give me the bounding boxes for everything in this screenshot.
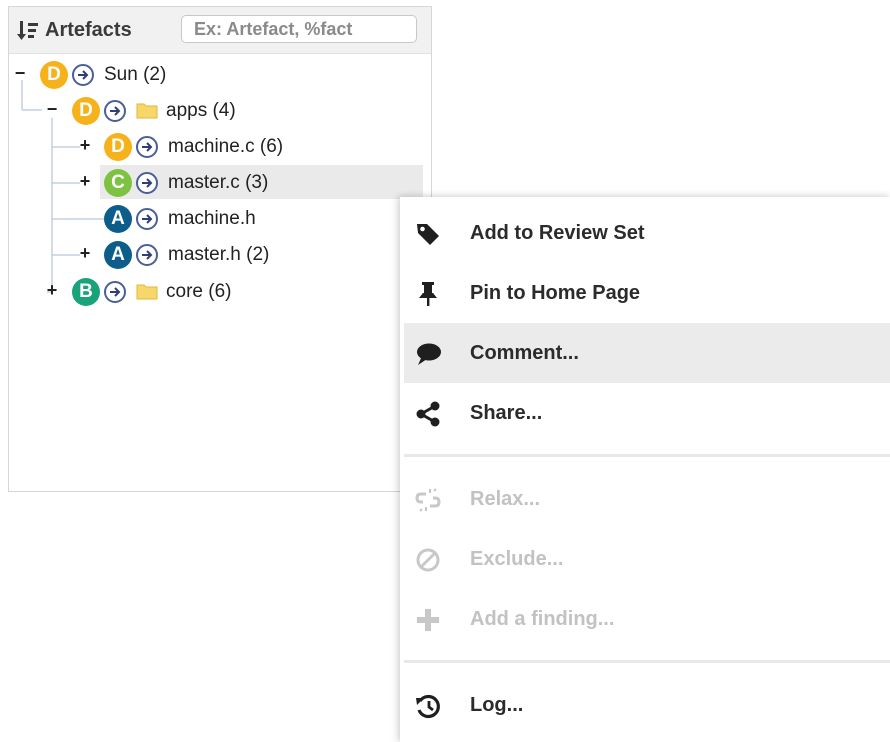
navigate-arrow-icon[interactable] [104, 281, 126, 303]
navigate-arrow-icon[interactable] [72, 64, 94, 86]
menu-separator [404, 454, 890, 457]
folder-icon [136, 284, 158, 300]
tree-node-apps[interactable]: apps (4) [166, 100, 236, 122]
menu-item-comment[interactable]: Comment... [404, 323, 890, 383]
menu-item-label: Log... [470, 694, 524, 716]
menu-item-share[interactable]: Share... [404, 383, 890, 443]
tree-connector-lines [21, 80, 104, 293]
tree-node-master-h[interactable]: master.h (2) [168, 244, 269, 266]
menu-item-label: Relax... [470, 488, 541, 510]
collapse-toggle-icon[interactable]: − [14, 64, 26, 82]
tree-node-machine-c[interactable]: machine.c (6) [168, 136, 283, 158]
menu-separator [404, 660, 890, 663]
menu-item-label: Add to Review Set [470, 222, 645, 244]
expand-toggle-icon[interactable]: + [79, 172, 91, 190]
menu-item-relax[interactable]: Relax... [404, 469, 890, 529]
menu-item-exclude[interactable]: Exclude... [404, 529, 890, 589]
comment-icon [417, 343, 441, 365]
grade-badge-d: D [72, 97, 100, 125]
navigate-arrow-icon[interactable] [136, 172, 158, 194]
grade-badge-a: A [104, 241, 132, 269]
tag-icon [417, 224, 439, 245]
grade-badge-d: D [104, 133, 132, 161]
expand-toggle-icon[interactable]: + [79, 136, 91, 154]
menu-item-log[interactable]: Log... [404, 675, 890, 735]
plus-icon [417, 609, 439, 631]
menu-item-label: Exclude... [470, 548, 564, 570]
menu-item-add-to-review-set[interactable]: Add to Review Set [404, 203, 890, 263]
tree-node-master-c[interactable]: master.c (3) [168, 172, 268, 194]
expand-toggle-icon[interactable]: + [46, 281, 58, 299]
collapse-toggle-icon[interactable]: − [46, 100, 58, 118]
navigate-arrow-icon[interactable] [104, 100, 126, 122]
menu-item-label: Pin to Home Page [470, 282, 641, 304]
pin-icon [419, 282, 437, 306]
menu-item-pin-to-home-page[interactable]: Pin to Home Page [404, 263, 890, 323]
folder-icon [136, 103, 158, 119]
history-icon [416, 694, 440, 719]
navigate-arrow-icon[interactable] [136, 244, 158, 266]
menu-item-label: Share... [470, 402, 543, 424]
tree-node-sun[interactable]: Sun (2) [104, 64, 166, 86]
grade-badge-d: D [40, 61, 68, 89]
context-menu: Add to Review Set Pin to Home Page Comme… [400, 197, 890, 742]
share-icon [416, 401, 440, 427]
exclude-icon [416, 548, 440, 572]
broken-link-icon [415, 488, 441, 512]
grade-badge-c: C [104, 169, 132, 197]
navigate-arrow-icon[interactable] [136, 136, 158, 158]
grade-badge-b: B [72, 278, 100, 306]
menu-item-label: Add a finding... [470, 608, 615, 630]
menu-item-add-a-finding[interactable]: Add a finding... [404, 589, 890, 649]
expand-toggle-icon[interactable]: + [79, 244, 91, 262]
grade-badge-a: A [104, 205, 132, 233]
menu-item-label: Comment... [470, 342, 579, 364]
tree-node-core[interactable]: core (6) [166, 281, 231, 303]
tree-node-machine-h[interactable]: machine.h [168, 208, 256, 230]
navigate-arrow-icon[interactable] [136, 208, 158, 230]
